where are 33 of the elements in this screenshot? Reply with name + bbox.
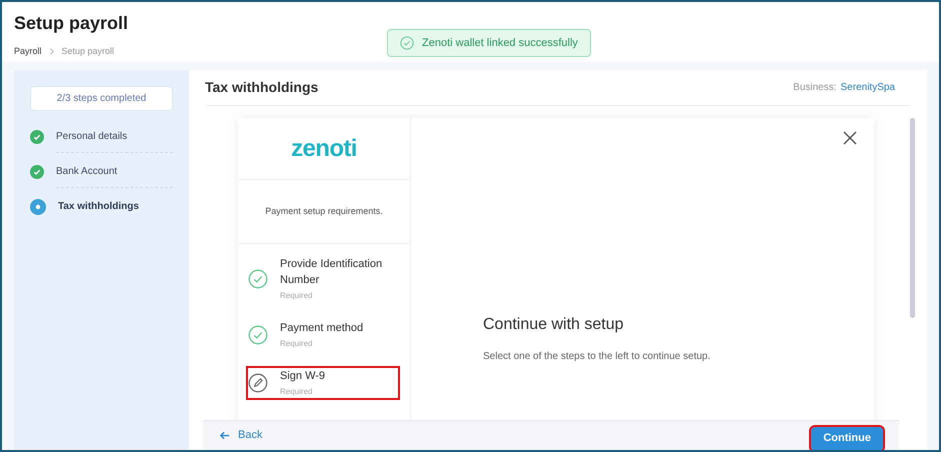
back-link[interactable]: Back (219, 427, 262, 444)
requirement-title: Sign W-9 (280, 369, 326, 384)
pencil-icon (248, 373, 268, 393)
progress-label: 2/3 steps completed (30, 86, 173, 111)
requirement-status: Required (280, 290, 314, 302)
page-title: Setup payroll (14, 12, 130, 35)
modal-text: Select one of the steps to the left to continue setup. (483, 350, 710, 364)
requirement-item[interactable]: Sign W-9 Required (248, 368, 398, 398)
modal-subtitle: Payment setup requirements. (265, 204, 383, 218)
success-toast: Zenoti wallet linked successfully (387, 29, 591, 57)
requirement-status: Required (280, 386, 314, 398)
chevron-right-icon (50, 48, 54, 56)
success-icon (400, 36, 414, 50)
requirement-item[interactable]: Provide Identification Number Required (248, 256, 398, 302)
scrollbar[interactable] (910, 118, 915, 318)
requirement-title: Provide Identification Number (280, 257, 384, 288)
requirement-status: Required (280, 338, 314, 350)
arrow-left-icon (219, 430, 230, 441)
requirement-item[interactable]: Payment method Required (248, 320, 398, 350)
step-label[interactable]: Personal details (56, 120, 173, 152)
modal-heading: Continue with setup (483, 315, 625, 335)
business-name[interactable]: SerenitySpa (840, 80, 895, 95)
requirement-title: Payment method (280, 321, 364, 336)
step-label[interactable]: Bank Account (56, 156, 173, 188)
check-circle-icon (248, 325, 268, 345)
close-icon[interactable] (842, 130, 858, 146)
brand-logo: zenoti (291, 134, 357, 164)
section-title: Tax withholdings (205, 78, 318, 97)
breadcrumb-item: Setup payroll (62, 45, 114, 58)
step-label[interactable]: Tax withholdings (58, 191, 173, 222)
business-label: Business: (793, 81, 837, 95)
breadcrumb-item[interactable]: Payroll (14, 45, 42, 58)
check-circle-icon (248, 269, 268, 289)
